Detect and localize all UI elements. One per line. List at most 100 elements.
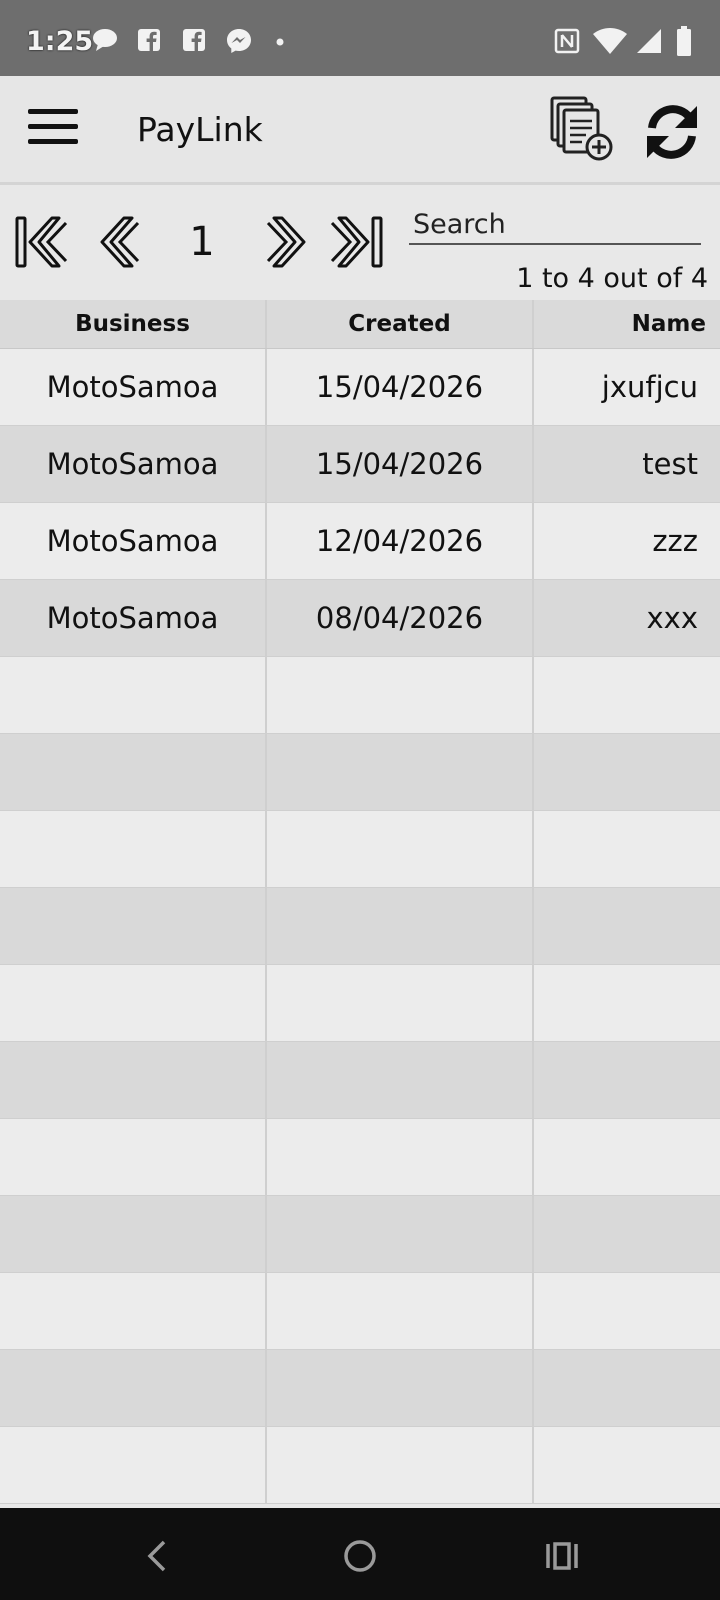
previous-page-button[interactable] [94, 213, 152, 271]
chat-icon [93, 29, 117, 51]
table-row [0, 1427, 720, 1504]
cell-name [534, 811, 720, 887]
cell-business: MotoSamoa [0, 426, 267, 502]
cell-name [534, 1273, 720, 1349]
table-row [0, 1196, 720, 1273]
table-row[interactable]: MotoSamoa 15/04/2026 test [0, 426, 720, 503]
cell-business [0, 657, 267, 733]
next-page-button[interactable] [254, 213, 312, 271]
cell-business [0, 811, 267, 887]
cell-business [0, 1196, 267, 1272]
recents-icon [546, 1542, 578, 1570]
cell-created [267, 1427, 534, 1503]
refresh-button[interactable] [642, 102, 702, 162]
table-body: MotoSamoa 15/04/2026 jxufjcu MotoSamoa 15/04… [0, 349, 720, 1504]
new-document-button[interactable] [548, 94, 616, 164]
cell-name [534, 1427, 720, 1503]
cell-business [0, 1427, 267, 1503]
table-row [0, 811, 720, 888]
cell-name [534, 1196, 720, 1272]
cell-name [534, 888, 720, 964]
cell-business [0, 1273, 267, 1349]
cell-business [0, 965, 267, 1041]
table-header: Business Created Name [0, 300, 720, 349]
facebook-icon [138, 29, 160, 51]
previous-page-icon [100, 216, 140, 268]
cell-name: zzz [652, 524, 698, 558]
column-header-name[interactable]: Name [534, 300, 720, 348]
table-row [0, 734, 720, 811]
signal-icon [637, 29, 661, 53]
table-row [0, 888, 720, 965]
refresh-icon [647, 105, 697, 159]
cell-created [267, 1119, 534, 1195]
back-button[interactable] [138, 1536, 178, 1576]
table-row[interactable]: MotoSamoa 15/04/2026 jxufjcu [0, 349, 720, 426]
cell-created: 15/04/2026 [267, 426, 534, 502]
nfc-icon [554, 28, 580, 54]
cell-business: MotoSamoa [0, 503, 267, 579]
cell-name [534, 965, 720, 1041]
cell-created [267, 811, 534, 887]
dot-icon [276, 38, 284, 46]
home-icon [344, 1540, 376, 1572]
cell-business [0, 1119, 267, 1195]
table-row [0, 1350, 720, 1427]
first-page-button[interactable] [14, 213, 72, 271]
last-page-icon [330, 216, 383, 268]
table-row [0, 1042, 720, 1119]
cell-created [267, 1273, 534, 1349]
menu-button[interactable] [28, 109, 78, 149]
cell-business [0, 734, 267, 810]
pagination-bar: 1 1 to 4 out of 4 [0, 185, 720, 300]
home-button[interactable] [340, 1536, 380, 1576]
facebook-icon [183, 29, 205, 51]
cell-name [534, 1119, 720, 1195]
cell-created: 12/04/2026 [267, 503, 534, 579]
last-page-button[interactable] [326, 213, 384, 271]
cell-created [267, 657, 534, 733]
table-row[interactable]: MotoSamoa 12/04/2026 zzz [0, 503, 720, 580]
paylink-table: Business Created Name MotoSamoa 15/04/202… [0, 300, 720, 1504]
battery-icon [677, 26, 691, 56]
current-page-number: 1 [189, 219, 215, 265]
column-header-created[interactable]: Created [267, 300, 534, 348]
cell-business [0, 1350, 267, 1426]
cell-name [534, 1042, 720, 1118]
cell-business: MotoSamoa [0, 349, 267, 425]
cell-name: jxufjcu [601, 370, 698, 404]
status-bar: 1:25 [0, 0, 720, 76]
cell-name [534, 1350, 720, 1426]
cell-created: 08/04/2026 [267, 580, 534, 656]
table-row [0, 1273, 720, 1350]
table-row [0, 965, 720, 1042]
cell-business [0, 1042, 267, 1118]
back-icon [147, 1540, 166, 1572]
cell-created [267, 1196, 534, 1272]
table-row [0, 1119, 720, 1196]
first-page-icon [15, 216, 68, 268]
search-input[interactable] [409, 205, 701, 245]
new-document-icon [550, 96, 613, 161]
cell-created: 15/04/2026 [267, 349, 534, 425]
system-nav-bar [0, 1508, 720, 1600]
messenger-icon [227, 29, 251, 53]
recents-button[interactable] [542, 1536, 582, 1576]
table-row [0, 657, 720, 734]
status-time: 1:25 [26, 26, 94, 57]
table-row[interactable]: MotoSamoa 08/04/2026 xxx [0, 580, 720, 657]
cell-name: xxx [646, 601, 699, 635]
cell-created [267, 1350, 534, 1426]
cell-created [267, 734, 534, 810]
cell-created [267, 888, 534, 964]
menu-icon [28, 109, 78, 114]
cell-created [267, 1042, 534, 1118]
results-range-text: 1 to 4 out of 4 [516, 263, 708, 294]
cell-name [534, 734, 720, 810]
wifi-icon [593, 28, 627, 54]
cell-business: MotoSamoa [0, 580, 267, 656]
cell-name [534, 657, 720, 733]
app-bar: PayLink [0, 76, 720, 185]
next-page-icon [266, 216, 306, 268]
column-header-business[interactable]: Business [0, 300, 267, 348]
